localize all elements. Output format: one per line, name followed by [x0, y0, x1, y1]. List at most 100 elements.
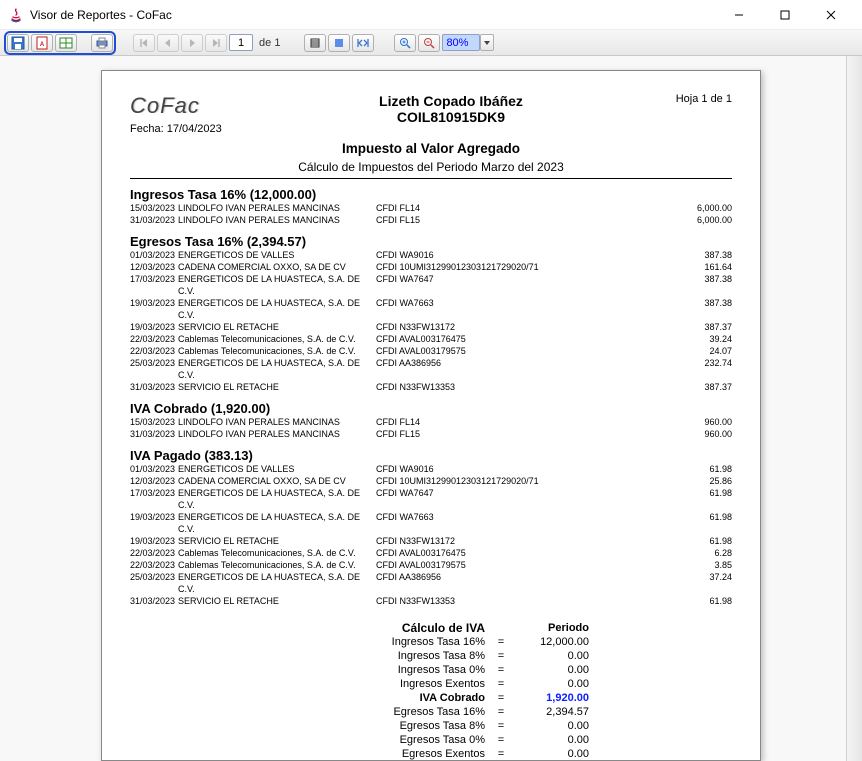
calc-label: Ingresos Tasa 8% [273, 649, 493, 663]
row-folio: CFDI WA9016 [376, 463, 576, 475]
calc-row: Egresos Tasa 8%=0.00 [273, 719, 589, 733]
report-row: 19/03/2023ENERGETICOS DE LA HUASTECA, S.… [130, 511, 732, 535]
export-excel-button[interactable] [55, 34, 77, 52]
next-page-button[interactable] [181, 34, 203, 52]
row-date: 01/03/2023 [130, 463, 178, 475]
calc-value: 2,394.57 [509, 705, 589, 719]
row-date: 19/03/2023 [130, 535, 178, 547]
page-of-label: de 1 [255, 37, 284, 49]
report-date: Fecha: 17/04/2023 [130, 123, 270, 135]
row-folio: CFDI AA386956 [376, 571, 576, 595]
report-row: 19/03/2023ENERGETICOS DE LA HUASTECA, S.… [130, 297, 732, 321]
row-description: ENERGETICOS DE LA HUASTECA, S.A. DE C.V. [178, 511, 376, 535]
row-date: 01/03/2023 [130, 249, 178, 261]
row-folio: CFDI 10UMI31299012303121729020/71 [376, 475, 576, 487]
row-amount: 6,000.00 [652, 214, 732, 226]
row-description: Cablemas Telecomunicaciones, S.A. de C.V… [178, 559, 376, 571]
fit-page-button[interactable] [328, 34, 350, 52]
row-date: 31/03/2023 [130, 381, 178, 393]
calc-value: 12,000.00 [509, 635, 589, 649]
row-date: 22/03/2023 [130, 333, 178, 345]
fit-width-button[interactable] [352, 34, 374, 52]
report-sections: Ingresos Tasa 16% (12,000.00)15/03/2023L… [130, 187, 732, 607]
print-button[interactable] [91, 34, 113, 52]
report-title: Impuesto al Valor Agregado [130, 141, 732, 156]
zoom-input[interactable] [442, 34, 480, 51]
row-folio: CFDI AVAL003176475 [376, 547, 576, 559]
calc-value: 0.00 [509, 747, 589, 761]
row-folio: CFDI N33FW13353 [376, 595, 576, 607]
report-row: 01/03/2023ENERGETICOS DE VALLESCFDI WA90… [130, 249, 732, 261]
report-row: 19/03/2023SERVICIO EL RETACHECFDI N33FW1… [130, 321, 732, 333]
row-description: SERVICIO EL RETACHE [178, 381, 376, 393]
report-row: 12/03/2023CADENA COMERCIAL OXXO, SA DE C… [130, 261, 732, 273]
section-title: IVA Cobrado (1,920.00) [130, 401, 732, 416]
close-button[interactable] [808, 0, 854, 30]
row-folio: CFDI WA7663 [376, 511, 576, 535]
row-amount: 960.00 [652, 428, 732, 440]
svg-text:A: A [40, 42, 45, 48]
row-amount: 387.38 [652, 249, 732, 261]
page-input[interactable] [229, 34, 253, 51]
calc-label: Egresos Tasa 0% [273, 733, 493, 747]
row-folio: CFDI FL15 [376, 428, 576, 440]
row-folio: CFDI AA386956 [376, 357, 576, 381]
first-page-button[interactable] [133, 34, 155, 52]
row-description: ENERGETICOS DE LA HUASTECA, S.A. DE C.V. [178, 297, 376, 321]
actual-size-button[interactable] [304, 34, 326, 52]
maximize-button[interactable] [762, 0, 808, 30]
report-row: 22/03/2023Cablemas Telecomunicaciones, S… [130, 547, 732, 559]
row-amount: 61.98 [652, 463, 732, 475]
report-row: 12/03/2023CADENA COMERCIAL OXXO, SA DE C… [130, 475, 732, 487]
row-amount: 232.74 [652, 357, 732, 381]
report-row: 01/03/2023ENERGETICOS DE VALLESCFDI WA90… [130, 463, 732, 475]
minimize-button[interactable] [716, 0, 762, 30]
row-amount: 3.85 [652, 559, 732, 571]
report-row: 31/03/2023LINDOLFO IVAN PERALES MANCINAS… [130, 214, 732, 226]
calc-label: Ingresos Exentos [273, 677, 493, 691]
equals-sign: = [493, 691, 509, 705]
prev-page-button[interactable] [157, 34, 179, 52]
row-date: 31/03/2023 [130, 595, 178, 607]
report-row: 22/03/2023Cablemas Telecomunicaciones, S… [130, 333, 732, 345]
row-description: SERVICIO EL RETACHE [178, 595, 376, 607]
calc-value: 0.00 [509, 719, 589, 733]
export-pdf-button[interactable]: A [31, 34, 53, 52]
row-date: 19/03/2023 [130, 321, 178, 333]
save-button[interactable] [7, 34, 29, 52]
vertical-scrollbar[interactable] [846, 56, 862, 761]
calc-label: Ingresos Tasa 0% [273, 663, 493, 677]
report-row: 31/03/2023LINDOLFO IVAN PERALES MANCINAS… [130, 428, 732, 440]
row-date: 31/03/2023 [130, 214, 178, 226]
calc-row: Ingresos Exentos=0.00 [273, 677, 589, 691]
row-description: CADENA COMERCIAL OXXO, SA DE CV [178, 261, 376, 273]
report-person-name: Lizeth Copado Ibáñez [270, 93, 632, 109]
export-group: A [4, 31, 116, 55]
row-date: 12/03/2023 [130, 261, 178, 273]
zoom-out-button[interactable] [418, 34, 440, 52]
calc-row: Ingresos Tasa 8%=0.00 [273, 649, 589, 663]
row-description: LINDOLFO IVAN PERALES MANCINAS [178, 416, 376, 428]
row-amount: 387.38 [652, 297, 732, 321]
row-folio: CFDI FL15 [376, 214, 576, 226]
report-row: 31/03/2023SERVICIO EL RETACHECFDI N33FW1… [130, 595, 732, 607]
zoom-in-button[interactable] [394, 34, 416, 52]
zoom-dropdown-button[interactable] [480, 34, 494, 51]
row-amount: 6,000.00 [652, 202, 732, 214]
calc-label: IVA Cobrado [273, 691, 493, 705]
row-folio: CFDI FL14 [376, 416, 576, 428]
toolbar: A de 1 [0, 30, 862, 56]
row-date: 19/03/2023 [130, 297, 178, 321]
row-date: 17/03/2023 [130, 487, 178, 511]
row-folio: CFDI WA7647 [376, 273, 576, 297]
report-row: 22/03/2023Cablemas Telecomunicaciones, S… [130, 345, 732, 357]
report-row: 31/03/2023SERVICIO EL RETACHECFDI N33FW1… [130, 381, 732, 393]
row-folio: CFDI N33FW13172 [376, 535, 576, 547]
last-page-button[interactable] [205, 34, 227, 52]
report-row: 15/03/2023LINDOLFO IVAN PERALES MANCINAS… [130, 416, 732, 428]
row-description: Cablemas Telecomunicaciones, S.A. de C.V… [178, 547, 376, 559]
report-row: 25/03/2023ENERGETICOS DE LA HUASTECA, S.… [130, 357, 732, 381]
report-logo: CoFac [130, 93, 270, 119]
calc-value: 0.00 [509, 733, 589, 747]
calc-row: Ingresos Tasa 16%=12,000.00 [273, 635, 589, 649]
